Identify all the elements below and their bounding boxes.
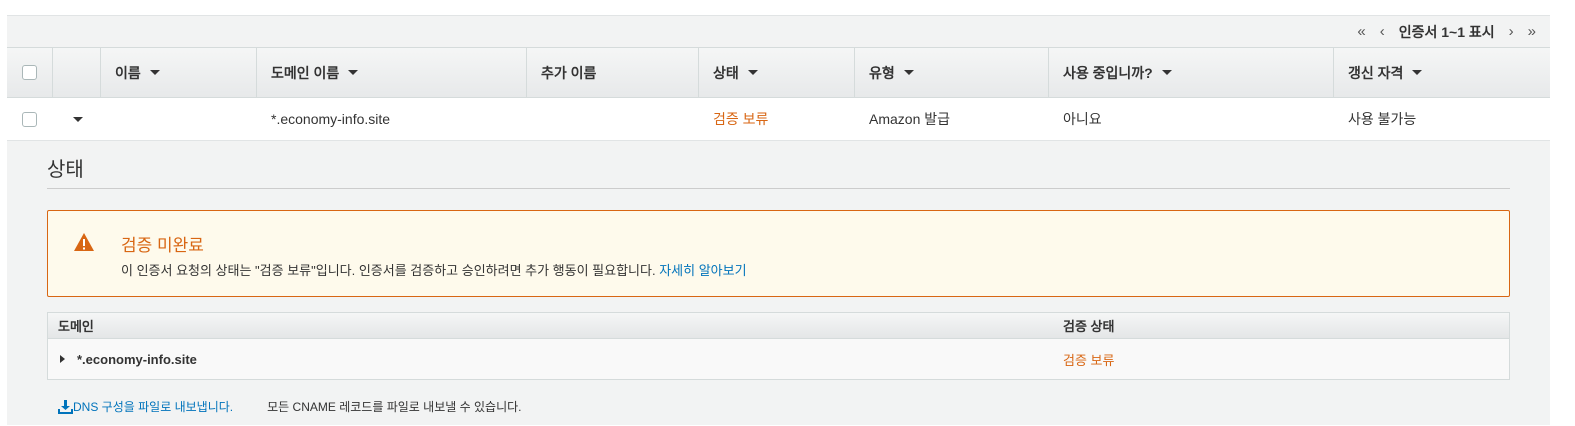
expand-column-header: [53, 48, 101, 97]
alert-text: 이 인증서 요청의 상태는 "검증 보류"입니다. 인증서를 검증하고 승인하려…: [121, 263, 660, 278]
sort-caret-icon: [1412, 70, 1423, 75]
column-label-domain-name: 도메인: [58, 319, 94, 334]
column-label-type: 유형: [869, 64, 895, 81]
download-icon: [58, 399, 73, 414]
column-label-renewal: 갱신 자격: [1348, 64, 1404, 81]
cell-additional: [527, 98, 699, 140]
column-header-additional: 추가 이름: [527, 48, 699, 97]
domain-table-row: *.economy-info.site 검증 보류: [48, 339, 1509, 379]
warning-icon: [74, 233, 94, 251]
last-page-button[interactable]: »: [1528, 23, 1536, 40]
row-select-cell: [7, 98, 53, 140]
pagination-bar: « ‹ 인증서 1~1 표시 › »: [7, 15, 1550, 47]
column-label-name: 이름: [115, 64, 141, 81]
row-checkbox[interactable]: [22, 111, 37, 127]
export-dns-label: DNS 구성을 파일로 내보냅니다.: [73, 400, 234, 414]
expand-triangle-icon: [60, 355, 65, 363]
cell-renewal: 사용 불가능: [1348, 111, 1417, 127]
select-all-cell: [7, 48, 53, 97]
prev-page-button[interactable]: ‹: [1380, 23, 1385, 40]
expand-caret-icon[interactable]: [73, 116, 83, 122]
column-header-in-use[interactable]: 사용 중입니까?: [1049, 48, 1334, 97]
table-row[interactable]: *.economy-info.site 검증 보류 Amazon 발급 아니요 …: [7, 98, 1550, 141]
sort-caret-icon: [348, 70, 359, 75]
column-header-domain[interactable]: 도메인 이름: [257, 48, 527, 97]
select-all-checkbox[interactable]: [22, 65, 37, 80]
next-page-button[interactable]: ›: [1509, 23, 1514, 40]
learn-more-link[interactable]: 자세히 알아보기: [659, 263, 746, 278]
column-header-type[interactable]: 유형: [855, 48, 1049, 97]
cell-type: Amazon 발급: [869, 111, 951, 127]
cell-domain: *.economy-info.site: [271, 111, 391, 127]
cell-status: 검증 보류: [713, 111, 769, 127]
export-note: 모든 CNAME 레코드를 파일로 내보낼 수 있습니다.: [267, 400, 522, 414]
detail-title: 상태: [47, 153, 1510, 189]
column-label-in-use: 사용 중입니까?: [1063, 64, 1153, 81]
alert-title: 검증 미완료: [121, 236, 204, 255]
sort-caret-icon: [747, 70, 758, 75]
column-label-status: 상태: [713, 64, 739, 81]
export-dns-link[interactable]: DNS 구성을 파일로 내보냅니다.: [58, 398, 233, 415]
validation-alert: 검증 미완료 이 인증서 요청의 상태는 "검증 보류"입니다. 인증서를 검증…: [47, 210, 1510, 297]
cell-name: [101, 98, 257, 140]
table-header: 이름 도메인 이름 추가 이름 상태 유형 사용 중입니까? 갱신 자격: [7, 47, 1550, 98]
column-label-additional: 추가 이름: [541, 64, 597, 81]
column-label-domain: 도메인 이름: [271, 64, 340, 81]
alert-message: 이 인증서 요청의 상태는 "검증 보류"입니다. 인증서를 검증하고 승인하려…: [121, 260, 747, 279]
column-header-name[interactable]: 이름: [101, 48, 257, 97]
sort-caret-icon: [149, 70, 160, 75]
column-label-validation-status: 검증 상태: [1063, 319, 1115, 334]
domain-expand-toggle[interactable]: *.economy-info.site: [48, 352, 1063, 367]
domain-table-header: 도메인 검증 상태: [48, 313, 1509, 339]
alert-body: 검증 미완료 이 인증서 요청의 상태는 "검증 보류"입니다. 인증서를 검증…: [121, 231, 747, 296]
column-header-status[interactable]: 상태: [699, 48, 855, 97]
cell-in-use: 아니요: [1063, 111, 1102, 127]
first-page-button[interactable]: «: [1357, 23, 1365, 40]
domain-name: *.economy-info.site: [77, 351, 197, 367]
sort-caret-icon: [1161, 70, 1172, 75]
domain-validation-status: 검증 보류: [1063, 352, 1115, 368]
row-expand-cell: [53, 98, 101, 140]
domain-validation-table: 도메인 검증 상태 *.economy-info.site 검증 보류: [47, 312, 1510, 380]
column-header-renewal[interactable]: 갱신 자격: [1334, 48, 1550, 97]
export-section: DNS 구성을 파일로 내보냅니다. 모든 CNAME 레코드를 파일로 내보낼…: [47, 398, 1510, 415]
detail-panel: 상태 검증 미완료 이 인증서 요청의 상태는 "검증 보류"입니다. 인증서를…: [7, 141, 1550, 425]
page-range: 인증서 1~1 표시: [1398, 23, 1495, 40]
sort-caret-icon: [903, 70, 914, 75]
certificate-panel: « ‹ 인증서 1~1 표시 › » 이름 도메인 이름 추가 이름 상태 유형…: [7, 15, 1550, 425]
